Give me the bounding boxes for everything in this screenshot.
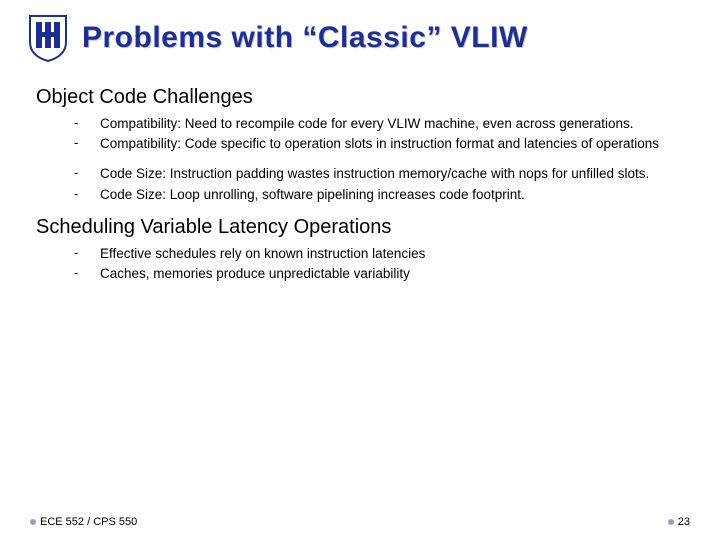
list-item: - Code Size: Instruction padding wastes … bbox=[72, 165, 684, 183]
bullet-dash-icon: - bbox=[72, 165, 100, 180]
slide-footer: ECE 552 / CPS 550 23 bbox=[0, 516, 720, 528]
bullet-dash-icon: - bbox=[72, 186, 100, 201]
list-item: - Code Size: Loop unrolling, software pi… bbox=[72, 186, 684, 204]
bullet-text: Compatibility: Need to recompile code fo… bbox=[100, 115, 634, 133]
university-shield-logo bbox=[28, 14, 68, 62]
bullet-dash-icon: - bbox=[72, 135, 100, 150]
bullet-text: Code Size: Instruction padding wastes in… bbox=[100, 165, 649, 183]
bullet-dot-icon bbox=[30, 519, 36, 525]
bullet-dot-icon bbox=[668, 519, 674, 525]
bullet-dash-icon: - bbox=[72, 265, 100, 280]
slide-content: Object Code Challenges - Compatibility: … bbox=[0, 70, 720, 283]
section-heading: Scheduling Variable Latency Operations bbox=[36, 216, 684, 239]
list-item: - Effective schedules rely on known inst… bbox=[72, 245, 684, 263]
bullet-text: Caches, memories produce unpredictable v… bbox=[100, 265, 410, 283]
bullet-text: Code Size: Loop unrolling, software pipe… bbox=[100, 186, 525, 204]
section-heading: Object Code Challenges bbox=[36, 86, 684, 109]
footer-page-number: 23 bbox=[668, 516, 690, 528]
list-item: - Caches, memories produce unpredictable… bbox=[72, 265, 684, 283]
bullet-text: Compatibility: Code specific to operatio… bbox=[100, 135, 659, 153]
list-item: - Compatibility: Need to recompile code … bbox=[72, 115, 684, 133]
footer-left-text: ECE 552 / CPS 550 bbox=[40, 516, 137, 528]
bullet-dash-icon: - bbox=[72, 115, 100, 130]
slide-header: Problems with “Classic” VLIW bbox=[0, 0, 720, 70]
list-item: - Compatibility: Code specific to operat… bbox=[72, 135, 684, 153]
footer-right-text: 23 bbox=[678, 516, 690, 528]
bullet-group: - Effective schedules rely on known inst… bbox=[72, 245, 684, 283]
slide-title: Problems with “Classic” VLIW bbox=[82, 21, 528, 55]
bullet-text: Effective schedules rely on known instru… bbox=[100, 245, 425, 263]
bullet-group: - Compatibility: Need to recompile code … bbox=[72, 115, 684, 153]
bullet-dash-icon: - bbox=[72, 245, 100, 260]
footer-course-label: ECE 552 / CPS 550 bbox=[30, 516, 137, 528]
bullet-group: - Code Size: Instruction padding wastes … bbox=[72, 165, 684, 203]
